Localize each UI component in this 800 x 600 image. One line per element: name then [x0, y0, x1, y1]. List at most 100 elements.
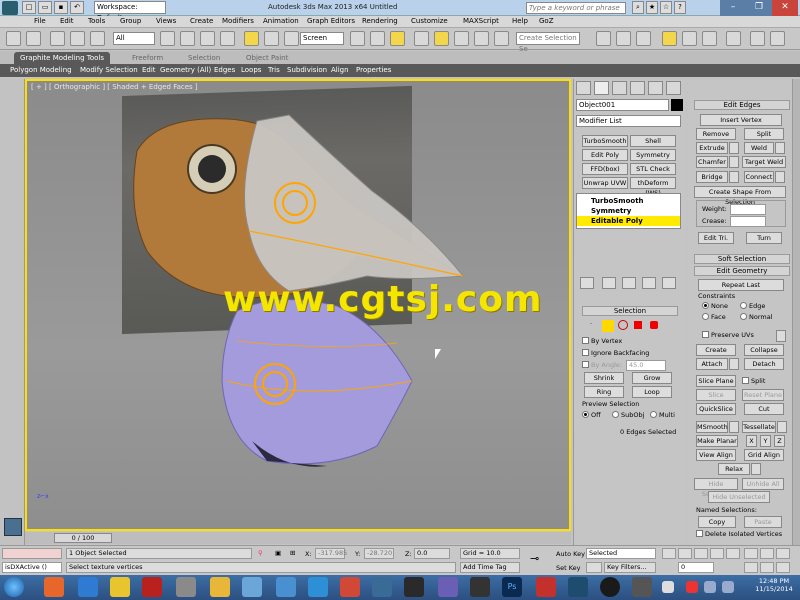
menu-goz[interactable]: GoZ	[539, 17, 554, 25]
goto-end-icon[interactable]	[726, 548, 740, 559]
snaps-toggle-icon[interactable]	[414, 31, 429, 46]
named-selection-input[interactable]: Create Selection Se	[516, 32, 580, 53]
tab-freeform[interactable]: Freeform	[126, 52, 169, 64]
split-edge-button[interactable]: Split	[744, 128, 784, 140]
edit-poly-button[interactable]: Edit Poly	[582, 149, 628, 161]
selection-filter-dropdown[interactable]: All	[113, 32, 155, 45]
edit-edges-rollout-title[interactable]: Edit Edges	[694, 100, 790, 110]
pivot-center-icon[interactable]	[350, 31, 365, 46]
make-unique-icon[interactable]	[622, 277, 636, 289]
goto-start-icon[interactable]	[662, 548, 676, 559]
menu-modifiers[interactable]: Modifiers	[222, 17, 254, 25]
by-angle-input[interactable]: 45.0	[626, 360, 666, 371]
detach-button[interactable]: Detach	[744, 358, 784, 370]
select-move-icon[interactable]	[244, 31, 259, 46]
show-end-result-icon[interactable]	[602, 277, 616, 289]
pin-stack-icon[interactable]	[580, 277, 594, 289]
quickslice-button[interactable]: QuickSlice	[696, 403, 736, 415]
menu-create[interactable]: Create	[190, 17, 213, 25]
modify-tab-icon[interactable]	[594, 81, 609, 95]
rectangular-selection-icon[interactable]	[200, 31, 215, 46]
undo-icon[interactable]	[6, 31, 21, 46]
view-align-button[interactable]: View Align	[696, 449, 736, 461]
key-icon[interactable]: ⊸	[530, 552, 539, 565]
vertex-icon[interactable]: ·	[590, 320, 600, 330]
maxscript-mini-listener[interactable]: isDXActive ()	[2, 562, 62, 573]
ribbon-edges[interactable]: Edges	[214, 66, 235, 74]
preview-off-radio[interactable]: Off	[582, 411, 601, 419]
edit-geometry-rollout-title[interactable]: Edit Geometry	[694, 266, 790, 276]
stl-check-button[interactable]: STL Check	[630, 163, 676, 175]
mirror-icon[interactable]	[596, 31, 611, 46]
app-logo-icon[interactable]	[2, 1, 18, 15]
reference-coordinate-dropdown[interactable]: Screen	[300, 32, 344, 45]
ribbon-loops[interactable]: Loops	[241, 66, 261, 74]
auto-key-button[interactable]: Auto Key	[556, 550, 585, 558]
insert-vertex-button[interactable]: Insert Vertex	[700, 114, 782, 126]
menu-graph-editors[interactable]: Graph Editors	[307, 17, 355, 25]
ring-button[interactable]: Ring	[584, 386, 624, 398]
turbosmooth-button[interactable]: TurboSmooth	[582, 135, 628, 147]
stack-item-editable-poly[interactable]: Editable Poly	[577, 216, 680, 226]
zoom-all-icon[interactable]	[760, 548, 774, 559]
edge-icon[interactable]	[602, 320, 614, 332]
y-coordinate-input[interactable]: -28.720	[364, 548, 394, 559]
create-button[interactable]: Create	[696, 344, 736, 356]
crease-input[interactable]	[730, 216, 766, 227]
close-button[interactable]: ✕	[772, 0, 798, 16]
key-mode-dropdown[interactable]: Selected	[586, 548, 656, 559]
tab-object-paint[interactable]: Object Paint	[240, 52, 294, 64]
zbrush-icon[interactable]	[470, 577, 490, 597]
media-icon[interactable]	[404, 577, 424, 597]
maximize-button[interactable]: ❐	[746, 0, 772, 16]
window-crossing-icon[interactable]	[220, 31, 235, 46]
bridge-button[interactable]: Bridge	[696, 171, 728, 183]
repeat-last-button[interactable]: Repeat Last	[698, 279, 784, 291]
tessellate-settings-icon[interactable]	[777, 421, 787, 433]
tessellate-button[interactable]: Tessellate	[742, 421, 776, 433]
open-file-icon[interactable]: ▭	[38, 1, 52, 14]
extrude-button[interactable]: Extrude	[696, 142, 728, 154]
fov-icon[interactable]	[744, 562, 758, 573]
zoom-extents-icon[interactable]	[776, 548, 790, 559]
by-vertex-checkbox[interactable]: By Vertex	[582, 337, 622, 345]
split-checkbox[interactable]: Split	[742, 377, 765, 385]
connect-settings-icon[interactable]	[775, 171, 785, 183]
collapse-button[interactable]: Collapse	[744, 344, 784, 356]
set-key-button[interactable]: Set Key	[556, 564, 581, 572]
prev-frame-icon[interactable]	[678, 548, 692, 559]
configure-sets-icon[interactable]	[662, 277, 676, 289]
monitor-icon[interactable]	[438, 577, 458, 597]
grow-button[interactable]: Grow	[632, 372, 672, 384]
delete-isolated-checkbox[interactable]: Delete Isolated Vertices	[696, 530, 782, 538]
ribbon-edit[interactable]: Edit	[142, 66, 156, 74]
workspace-dropdown[interactable]: Workspace: Default	[94, 1, 166, 22]
menu-tools[interactable]: Tools	[88, 17, 105, 25]
layer-manager-icon[interactable]	[636, 31, 651, 46]
planar-z-button[interactable]: Z	[774, 435, 785, 447]
constraint-normal-radio[interactable]: Normal	[740, 313, 773, 321]
edit-named-selection-icon[interactable]	[494, 31, 509, 46]
ribbon-tris[interactable]: Tris	[268, 66, 280, 74]
cut-button[interactable]: Cut	[744, 403, 784, 415]
time-slider-thumb[interactable]: 0 / 100	[54, 533, 112, 543]
link-icon[interactable]	[50, 31, 65, 46]
utilities-tab-icon[interactable]	[666, 81, 681, 95]
turn-button[interactable]: Turn	[746, 232, 782, 244]
viewport-layout-icon[interactable]	[4, 518, 22, 536]
taskbar-clock[interactable]: 12:48 PM 11/15/2014	[752, 577, 796, 593]
z-coordinate-input[interactable]: 0.0	[414, 548, 450, 559]
weld-settings-icon[interactable]	[775, 142, 785, 154]
msmooth-button[interactable]: MSmooth	[696, 421, 728, 433]
menu-animation[interactable]: Animation	[263, 17, 299, 25]
recorder-icon[interactable]	[632, 577, 652, 597]
menu-views[interactable]: Views	[156, 17, 176, 25]
selection-rollout-title[interactable]: Selection	[582, 306, 678, 316]
element-icon[interactable]	[650, 321, 658, 329]
3ds-max-icon[interactable]	[568, 577, 588, 597]
tray-app-icon[interactable]	[686, 581, 698, 593]
add-time-tag[interactable]: Add Time Tag	[460, 562, 520, 573]
target-weld-button[interactable]: Target Weld	[742, 156, 786, 168]
x-coordinate-input[interactable]: -317.985	[315, 548, 347, 559]
msmooth-settings-icon[interactable]	[729, 421, 739, 433]
